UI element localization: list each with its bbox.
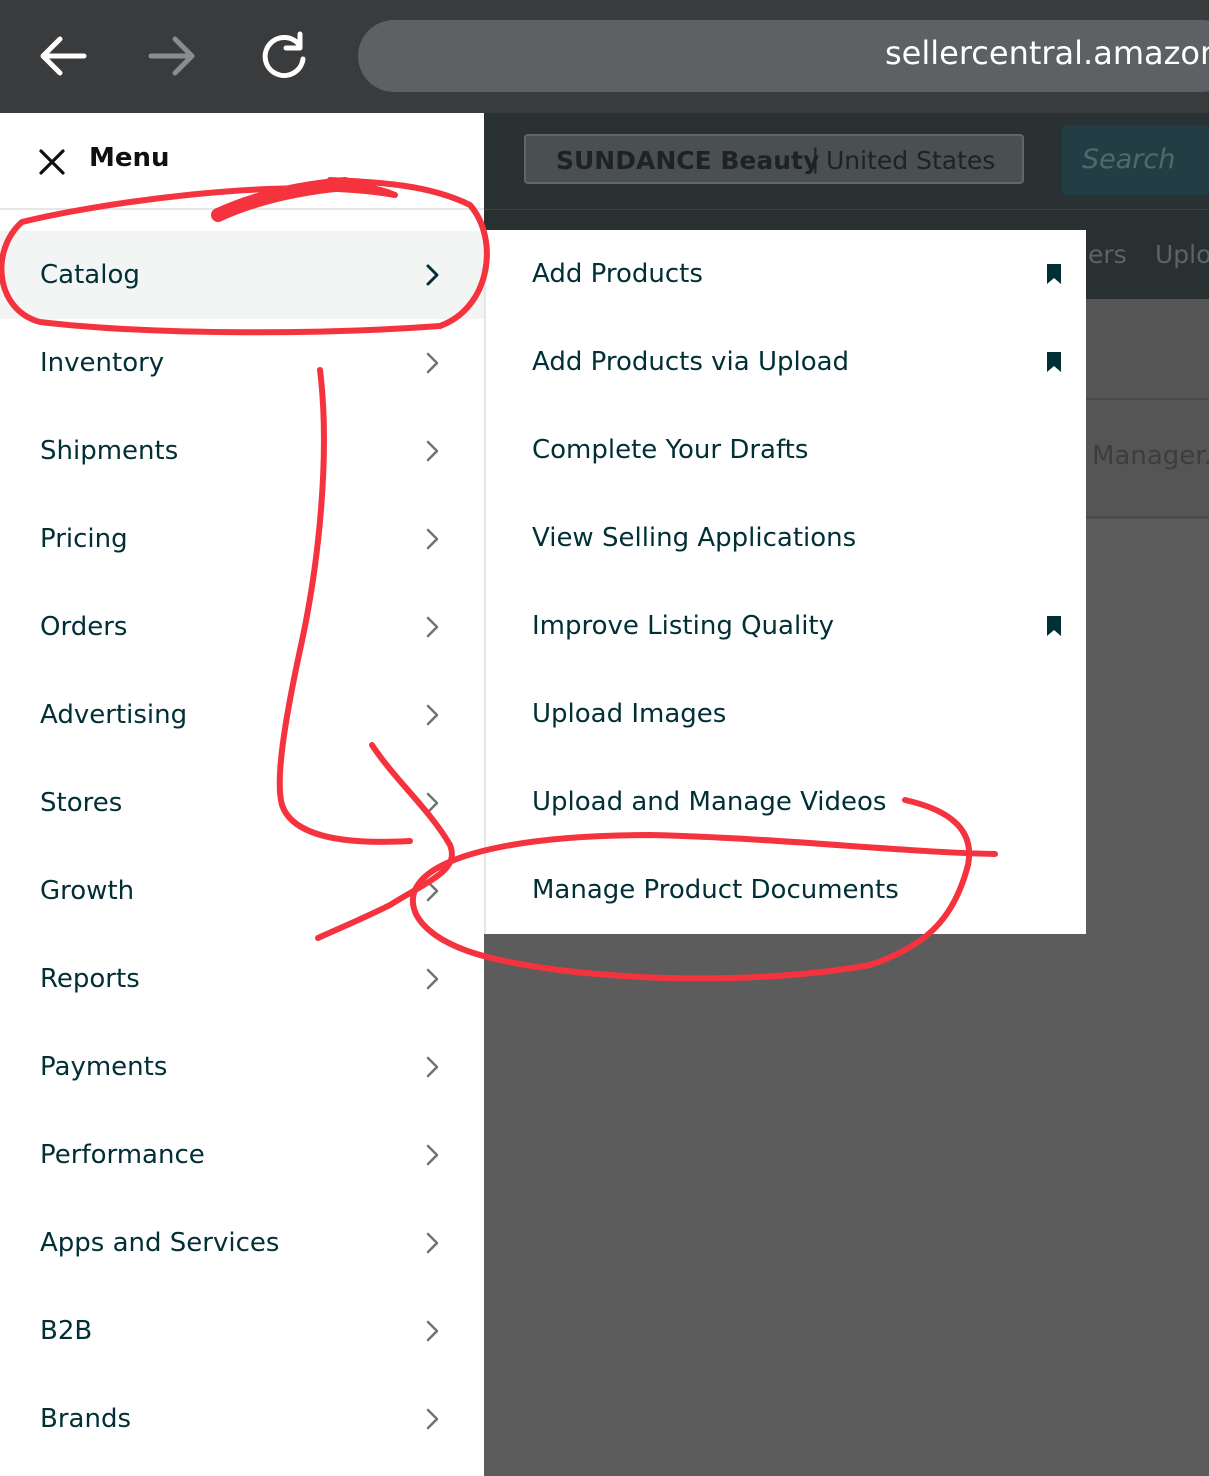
chevron-right-icon <box>426 704 439 726</box>
chevron-right-icon <box>426 1144 439 1166</box>
menu-item-label: Catalog <box>40 260 140 290</box>
divider <box>1086 516 1209 519</box>
submenu-item-manage-product-documents[interactable]: Manage Product Documents <box>486 846 1088 934</box>
menu-item-label: Inventory <box>40 348 165 378</box>
menu-item-label: Growth <box>40 876 135 906</box>
menu-item-shipments[interactable]: Shipments <box>0 407 484 495</box>
subnav-link-partial[interactable]: ers <box>1088 240 1127 269</box>
manager-text-partial: Manager. <box>1092 441 1209 471</box>
menu-title: Menu <box>89 143 170 173</box>
catalog-submenu: Add Products Add Products via Upload Com… <box>484 230 1086 934</box>
chevron-right-icon <box>426 880 439 902</box>
submenu-item-add-products-via-upload[interactable]: Add Products via Upload <box>486 318 1088 406</box>
submenu-item-add-products[interactable]: Add Products <box>486 230 1088 318</box>
bookmark-icon[interactable] <box>1046 351 1062 373</box>
chevron-right-icon <box>426 528 439 550</box>
submenu-item-improve-listing-quality[interactable]: Improve Listing Quality <box>486 582 1088 670</box>
menu-item-inventory[interactable]: Inventory <box>0 319 484 407</box>
subnav-link-upload-partial[interactable]: Uplo <box>1155 240 1209 269</box>
submenu-item-label: Add Products <box>532 259 703 289</box>
bookmark-icon[interactable] <box>1046 615 1062 637</box>
menu-item-label: Apps and Services <box>40 1228 280 1258</box>
submenu-item-label: Add Products via Upload <box>532 347 850 377</box>
menu-item-growth[interactable]: Growth <box>0 847 484 935</box>
bookmark-icon[interactable] <box>1046 263 1062 285</box>
reload-icon[interactable] <box>254 26 314 86</box>
menu-item-label: Stores <box>40 788 123 818</box>
menu-item-label: Orders <box>40 612 128 642</box>
menu-item-label: Brands <box>40 1404 131 1434</box>
store-region: United States <box>826 146 996 175</box>
submenu-item-label: Upload and Manage Videos <box>532 787 887 817</box>
submenu-item-label: View Selling Applications <box>532 523 857 553</box>
page-header: SUNDANCE Beauty | United States Search <box>484 113 1209 209</box>
submenu-item-upload-images[interactable]: Upload Images <box>486 670 1088 758</box>
menu-item-catalog[interactable]: Catalog <box>0 231 484 319</box>
submenu-item-complete-your-drafts[interactable]: Complete Your Drafts <box>486 406 1088 494</box>
menu-item-label: Pricing <box>40 524 128 554</box>
menu-item-label: Shipments <box>40 436 179 466</box>
menu-item-label: Reports <box>40 964 140 994</box>
menu-item-stores[interactable]: Stores <box>0 759 484 847</box>
menu-header: Menu <box>0 113 484 210</box>
chevron-right-icon <box>426 1232 439 1254</box>
submenu-item-label: Complete Your Drafts <box>532 435 809 465</box>
submenu-item-label: Manage Product Documents <box>532 875 899 905</box>
chevron-right-icon <box>426 440 439 462</box>
menu-item-label: Performance <box>40 1140 205 1170</box>
menu-item-pricing[interactable]: Pricing <box>0 495 484 583</box>
submenu-item-label: Improve Listing Quality <box>532 611 834 641</box>
store-separator: | <box>811 144 820 174</box>
chevron-right-icon <box>426 264 439 286</box>
chevron-right-icon <box>426 1320 439 1342</box>
forward-arrow-icon[interactable] <box>143 26 203 86</box>
menu-item-label: B2B <box>40 1316 93 1346</box>
side-menu: Menu Catalog Inventory Shipments Pricing… <box>0 113 484 1476</box>
menu-item-b2b[interactable]: B2B <box>0 1287 484 1375</box>
page-content-panel: Manager. <box>1086 299 1209 519</box>
store-name: SUNDANCE Beauty <box>556 146 820 175</box>
chevron-right-icon <box>426 1056 439 1078</box>
chevron-right-icon <box>426 352 439 374</box>
menu-item-brands[interactable]: Brands <box>0 1375 484 1463</box>
search-input[interactable]: Search <box>1062 125 1209 195</box>
submenu-item-view-selling-applications[interactable]: View Selling Applications <box>486 494 1088 582</box>
menu-item-performance[interactable]: Performance <box>0 1111 484 1199</box>
back-arrow-icon[interactable] <box>32 26 92 86</box>
chevron-right-icon <box>426 968 439 990</box>
menu-item-orders[interactable]: Orders <box>0 583 484 671</box>
submenu-item-upload-and-manage-videos[interactable]: Upload and Manage Videos <box>486 758 1088 846</box>
menu-item-payments[interactable]: Payments <box>0 1023 484 1111</box>
url-bar[interactable]: sellercentral.amazon. <box>358 20 1209 92</box>
menu-item-label: Payments <box>40 1052 168 1082</box>
menu-item-reports[interactable]: Reports <box>0 935 484 1023</box>
menu-item-label: Advertising <box>40 700 188 730</box>
chevron-right-icon <box>426 616 439 638</box>
chevron-right-icon <box>426 792 439 814</box>
submenu-item-label: Upload Images <box>532 699 727 729</box>
store-selector[interactable]: SUNDANCE Beauty | United States <box>524 134 1024 184</box>
chevron-right-icon <box>426 1408 439 1430</box>
browser-toolbar: sellercentral.amazon. <box>0 0 1209 113</box>
menu-item-apps-and-services[interactable]: Apps and Services <box>0 1199 484 1287</box>
search-placeholder: Search <box>1082 144 1176 175</box>
close-icon[interactable] <box>38 148 66 176</box>
url-text: sellercentral.amazon. <box>885 34 1209 72</box>
divider <box>1086 398 1209 400</box>
menu-item-advertising[interactable]: Advertising <box>0 671 484 759</box>
